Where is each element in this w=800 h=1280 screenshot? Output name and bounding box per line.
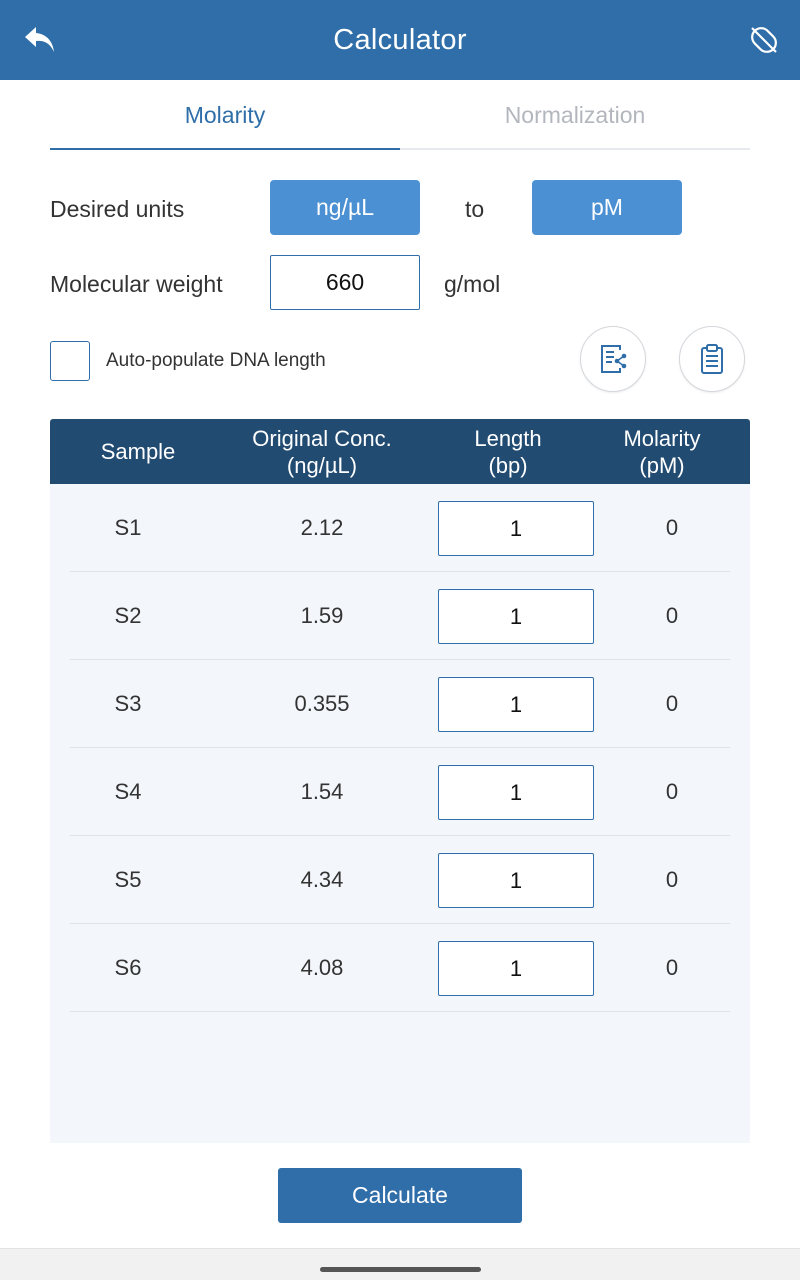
- no-sample-icon: [751, 27, 777, 53]
- desired-units-label: Desired units: [50, 196, 185, 222]
- length-input[interactable]: [438, 589, 594, 644]
- molecular-weight-label: Molecular weight: [50, 271, 223, 297]
- back-button[interactable]: [18, 20, 62, 60]
- length-input[interactable]: [438, 853, 594, 908]
- conc-cell: 4.34: [300, 867, 344, 892]
- header-sample: Sample: [100, 439, 176, 464]
- export-button[interactable]: [580, 326, 646, 392]
- conc-cell: 1.54: [300, 779, 344, 804]
- clipboard-button[interactable]: [679, 326, 745, 392]
- table-row: S5 4.34 0: [70, 836, 730, 924]
- results-table: Sample Original Conc. (ng/µL) Length (bp…: [50, 419, 750, 1143]
- length-input[interactable]: [438, 501, 594, 556]
- molecular-weight-unit: g/mol: [444, 271, 501, 297]
- system-nav-bar: [0, 1248, 800, 1280]
- to-label: to: [465, 196, 485, 222]
- conc-cell: 1.59: [300, 603, 344, 628]
- length-input[interactable]: [438, 677, 594, 732]
- table-row: S2 1.59 0: [70, 572, 730, 660]
- from-unit-button[interactable]: ng/µL: [270, 180, 420, 235]
- sample-cell: S4: [114, 779, 142, 804]
- molecular-weight-input[interactable]: [270, 255, 420, 310]
- molarity-cell: 0: [665, 691, 679, 716]
- tab-bar: Molarity Normalization: [50, 82, 750, 150]
- molarity-cell: 0: [665, 779, 679, 804]
- gesture-handle[interactable]: [320, 1267, 481, 1272]
- table-row: S3 0.355 0: [70, 660, 730, 748]
- conc-cell: 2.12: [300, 515, 344, 540]
- conc-cell: 0.355: [294, 691, 350, 716]
- sample-cell: S3: [114, 691, 142, 716]
- length-input[interactable]: [438, 765, 594, 820]
- molarity-cell: 0: [665, 515, 679, 540]
- table-row: S6 4.08 0: [70, 924, 730, 1012]
- header-original-conc: Original Conc. (ng/µL): [252, 425, 392, 478]
- molarity-cell: 0: [665, 603, 679, 628]
- sample-cell: S2: [114, 603, 142, 628]
- table-header: Sample Original Conc. (ng/µL) Length (bp…: [50, 419, 750, 484]
- header-molarity: Molarity (pM): [623, 425, 701, 478]
- length-input[interactable]: [438, 941, 594, 996]
- table-row: S4 1.54 0: [70, 748, 730, 836]
- sample-cell: S6: [114, 955, 142, 980]
- sample-cell: S1: [114, 515, 142, 540]
- header-length: Length (bp): [474, 425, 542, 478]
- calculate-button[interactable]: Calculate: [278, 1168, 522, 1223]
- page-title: Calculator: [333, 23, 467, 56]
- sample-toggle-button[interactable]: [744, 20, 784, 60]
- tab-molarity[interactable]: Molarity: [50, 82, 400, 150]
- conc-cell: 4.08: [300, 955, 344, 980]
- app-bar: Calculator: [0, 0, 800, 80]
- clipboard-icon: [701, 344, 723, 374]
- molarity-cell: 0: [665, 955, 679, 980]
- export-share-icon: [601, 345, 627, 373]
- auto-populate-label: Auto-populate DNA length: [106, 350, 326, 371]
- sample-cell: S5: [114, 867, 142, 892]
- undo-arrow-icon: [25, 27, 54, 52]
- table-row: S1 2.12 0: [70, 484, 730, 572]
- to-unit-button[interactable]: pM: [532, 180, 682, 235]
- tab-normalization[interactable]: Normalization: [400, 82, 750, 148]
- molarity-cell: 0: [665, 867, 679, 892]
- auto-populate-checkbox[interactable]: [50, 341, 90, 381]
